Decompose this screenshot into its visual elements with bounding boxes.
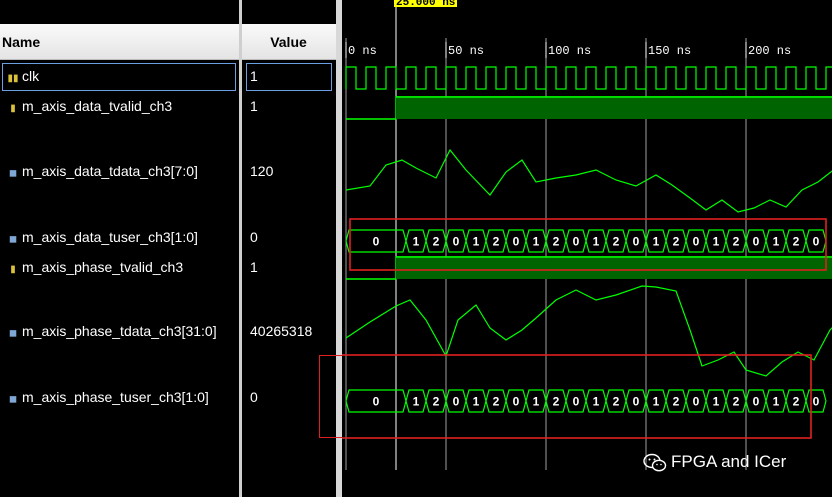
bit-signal-icon: ▮	[10, 103, 16, 114]
bus-signal-icon: ◼	[8, 328, 18, 339]
signal-value-data-tvalid: 1	[250, 98, 258, 114]
phase-tvalid-fill	[396, 257, 832, 279]
signal-value-data-tdata: 120	[250, 163, 274, 179]
signal-name: m_axis_phase_tvalid_ch3	[22, 259, 184, 275]
phase-tuser-label-17: 2	[733, 395, 740, 409]
bit-signal-icon: ▮	[10, 264, 16, 275]
phase-tuser-label-13: 1	[653, 395, 660, 409]
bus-signal-icon: ◼	[8, 234, 18, 245]
signal-name: m_axis_data_tvalid_ch3	[22, 98, 173, 114]
signal-row-data-tdata[interactable]: ◼ m_axis_data_tdata_ch3[7:0]	[0, 161, 198, 181]
waveform-canvas[interactable]: 0 ns 50 ns 100 ns 150 ns 200 ns 012012012012…	[342, 0, 832, 497]
clk-trace	[345, 66, 832, 90]
data-tuser-label-3: 0	[453, 235, 460, 249]
phase-tuser-label-2: 2	[433, 395, 440, 409]
tick-label-3: 150 ns	[648, 44, 691, 58]
selected-name-outline	[2, 63, 236, 91]
signal-row-data-tuser[interactable]: ◼ m_axis_data_tuser_ch3[1:0]	[0, 227, 198, 247]
phase-tuser-label-21: 0	[813, 395, 820, 409]
phase-tuser-label-10: 1	[593, 395, 600, 409]
phase-tuser-label-16: 1	[713, 395, 720, 409]
phase-tuser-label-1: 1	[413, 395, 420, 409]
data-tuser-label-13: 1	[653, 235, 660, 249]
data-tuser-label-15: 0	[693, 235, 700, 249]
signal-name: m_axis_phase_tuser_ch3[1:0]	[22, 389, 209, 405]
data-tuser-label-21: 0	[813, 235, 820, 249]
data-tuser-label-19: 1	[773, 235, 780, 249]
data-tuser-label-16: 1	[713, 235, 720, 249]
signal-row-phase-tdata[interactable]: ◼ m_axis_phase_tdata_ch3[31:0]	[0, 321, 217, 341]
signal-row-phase-tuser[interactable]: ◼ m_axis_phase_tuser_ch3[1:0]	[0, 387, 209, 407]
phase-tuser-label-19: 1	[773, 395, 780, 409]
phase-tdata-trace	[345, 285, 832, 377]
tick-label-1: 50 ns	[448, 44, 484, 58]
signal-value-data-tuser: 0	[250, 229, 258, 245]
wechat-icon	[643, 453, 667, 471]
data-tuser-label-12: 0	[633, 235, 640, 249]
signal-name: m_axis_data_tdata_ch3[7:0]	[22, 163, 198, 179]
data-tuser-label-18: 0	[753, 235, 760, 249]
signal-name: m_axis_data_tuser_ch3[1:0]	[22, 229, 198, 245]
phase-tuser-label-12: 0	[633, 395, 640, 409]
name-column-header[interactable]: Name	[0, 24, 240, 60]
phase-tuser-label-8: 2	[553, 395, 560, 409]
phase-tuser-label-11: 2	[613, 395, 620, 409]
data-tuser-label-11: 2	[613, 235, 620, 249]
data-tvalid-fill	[396, 97, 832, 119]
data-tuser-label-0: 0	[373, 235, 380, 249]
signal-value-phase-tdata: 40265318	[250, 323, 313, 339]
phase-tuser-label-6: 0	[513, 395, 520, 409]
signal-row-data-tvalid[interactable]: ▮ m_axis_data_tvalid_ch3	[0, 96, 172, 116]
data-tuser-label-1: 1	[413, 235, 420, 249]
watermark: FPGA and ICer	[643, 452, 786, 473]
phase-tuser-label-0: 0	[373, 395, 380, 409]
bus-signal-icon: ◼	[8, 394, 18, 405]
data-tuser-label-20: 2	[793, 235, 800, 249]
data-tuser-label-6: 0	[513, 235, 520, 249]
signal-row-phase-tvalid[interactable]: ▮ m_axis_phase_tvalid_ch3	[0, 257, 183, 277]
signal-value-phase-tvalid: 1	[250, 259, 258, 275]
watermark-text: FPGA and ICer	[671, 452, 787, 471]
column-divider[interactable]	[239, 0, 242, 497]
bus-signal-icon: ◼	[8, 168, 18, 179]
data-tuser-label-8: 2	[553, 235, 560, 249]
phase-tuser-label-14: 2	[673, 395, 680, 409]
phase-tuser-label-7: 1	[533, 395, 540, 409]
data-tuser-label-5: 2	[493, 235, 500, 249]
data-tuser-label-9: 0	[573, 235, 580, 249]
phase-tuser-label-5: 2	[493, 395, 500, 409]
data-tuser-label-2: 2	[433, 235, 440, 249]
value-column-header[interactable]: Value	[240, 24, 336, 60]
phase-tuser-label-9: 0	[573, 395, 580, 409]
signal-name: m_axis_phase_tdata_ch3[31:0]	[22, 323, 217, 339]
data-tuser-label-7: 1	[533, 235, 540, 249]
phase-tuser-label-15: 0	[693, 395, 700, 409]
selected-value-outline	[246, 63, 332, 91]
tick-label-4: 200 ns	[748, 44, 791, 58]
signal-value-phase-tuser: 0	[250, 389, 258, 405]
phase-tuser-label-18: 0	[753, 395, 760, 409]
phase-tuser-label-20: 2	[793, 395, 800, 409]
data-tuser-label-17: 2	[733, 235, 740, 249]
tick-label-2: 100 ns	[548, 44, 591, 58]
phase-tuser-label-3: 0	[453, 395, 460, 409]
data-tdata-trace	[345, 148, 832, 213]
data-tuser-label-10: 1	[593, 235, 600, 249]
highlight-box-phase-tuser-left	[319, 355, 342, 438]
cursor-time-label[interactable]: 25.000 ns	[394, 0, 458, 7]
data-tuser-label-14: 2	[673, 235, 680, 249]
phase-tuser-label-4: 1	[473, 395, 480, 409]
time-ruler: 0 ns 50 ns 100 ns 150 ns 200 ns	[345, 42, 791, 58]
tick-label-0: 0 ns	[348, 44, 377, 58]
data-tuser-label-4: 1	[473, 235, 480, 249]
